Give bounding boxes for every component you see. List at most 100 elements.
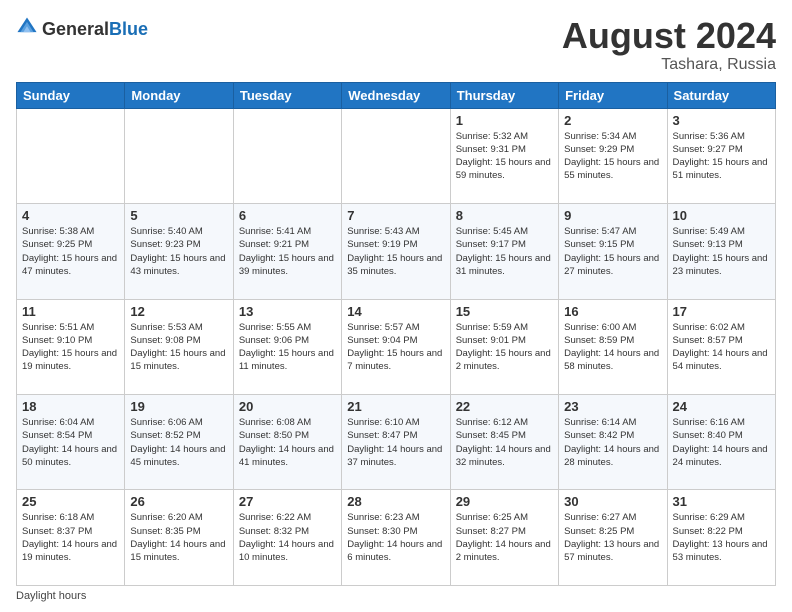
day-info: Sunrise: 6:29 AM Sunset: 8:22 PM Dayligh… [673, 511, 770, 564]
calendar-table: Sunday Monday Tuesday Wednesday Thursday… [16, 82, 776, 586]
day-info: Sunrise: 5:32 AM Sunset: 9:31 PM Dayligh… [456, 130, 553, 183]
calendar-cell-4-2: 19Sunrise: 6:06 AM Sunset: 8:52 PM Dayli… [125, 395, 233, 490]
day-info: Sunrise: 6:02 AM Sunset: 8:57 PM Dayligh… [673, 321, 770, 374]
day-number: 17 [673, 304, 770, 319]
day-info: Sunrise: 5:55 AM Sunset: 9:06 PM Dayligh… [239, 321, 336, 374]
day-number: 5 [130, 208, 227, 223]
day-number: 21 [347, 399, 444, 414]
calendar-cell-1-5: 1 Sunrise: 5:32 AM Sunset: 9:31 PM Daylig… [450, 108, 558, 203]
day-info: Sunrise: 5:40 AM Sunset: 9:23 PM Dayligh… [130, 225, 227, 278]
day-number: 1 [456, 113, 553, 128]
calendar-cell-2-4: 7 Sunrise: 5:43 AM Sunset: 9:19 PM Daylig… [342, 204, 450, 299]
col-monday: Monday [125, 82, 233, 108]
day-number: 26 [130, 494, 227, 509]
calendar-cell-3-3: 13 Sunrise: 5:55 AM Sunset: 9:06 PM Dayli… [233, 299, 341, 394]
calendar-location: Tashara, Russia [562, 56, 776, 74]
day-number: 8 [456, 208, 553, 223]
calendar-cell-1-7: 3Sunrise: 5:36 AM Sunset: 9:27 PM Daylig… [667, 108, 775, 203]
calendar-week-2: 4Sunrise: 5:38 AM Sunset: 9:25 PM Daylig… [17, 204, 776, 299]
day-number: 23 [564, 399, 661, 414]
day-info: Sunrise: 6:25 AM Sunset: 8:27 PM Dayligh… [456, 511, 553, 564]
logo-text: GeneralBlue [42, 19, 148, 40]
day-number: 15 [456, 304, 553, 319]
calendar-cell-3-7: 17 Sunrise: 6:02 AM Sunset: 8:57 PM Dayli… [667, 299, 775, 394]
day-number: 14 [347, 304, 444, 319]
calendar-cell-4-6: 23Sunrise: 6:14 AM Sunset: 8:42 PM Dayli… [559, 395, 667, 490]
day-info: Sunrise: 6:12 AM Sunset: 8:45 PM Dayligh… [456, 416, 553, 469]
calendar-cell-3-5: 15 Sunrise: 5:59 AM Sunset: 9:01 PM Dayli… [450, 299, 558, 394]
day-number: 11 [22, 304, 119, 319]
logo: GeneralBlue [16, 16, 148, 43]
calendar-cell-1-6: 2 Sunrise: 5:34 AM Sunset: 9:29 PM Daylig… [559, 108, 667, 203]
col-thursday: Thursday [450, 82, 558, 108]
day-info: Sunrise: 5:59 AM Sunset: 9:01 PM Dayligh… [456, 321, 553, 374]
calendar-cell-3-1: 11 Sunrise: 5:51 AM Sunset: 9:10 PM Dayli… [17, 299, 125, 394]
calendar-cell-4-7: 24 Sunrise: 6:16 AM Sunset: 8:40 PM Dayli… [667, 395, 775, 490]
day-info: Sunrise: 6:00 AM Sunset: 8:59 PM Dayligh… [564, 321, 661, 374]
calendar-cell-5-2: 26 Sunrise: 6:20 AM Sunset: 8:35 PM Dayli… [125, 490, 233, 586]
calendar-cell-5-4: 28Sunrise: 6:23 AM Sunset: 8:30 PM Dayli… [342, 490, 450, 586]
calendar-cell-2-3: 6 Sunrise: 5:41 AM Sunset: 9:21 PM Daylig… [233, 204, 341, 299]
logo-icon [16, 16, 38, 43]
day-info: Sunrise: 6:16 AM Sunset: 8:40 PM Dayligh… [673, 416, 770, 469]
day-info: Sunrise: 5:57 AM Sunset: 9:04 PM Dayligh… [347, 321, 444, 374]
day-number: 31 [673, 494, 770, 509]
header: GeneralBlue August 2024 Tashara, Russia [16, 16, 776, 74]
day-info: Sunrise: 5:34 AM Sunset: 9:29 PM Dayligh… [564, 130, 661, 183]
day-info: Sunrise: 6:22 AM Sunset: 8:32 PM Dayligh… [239, 511, 336, 564]
daylight-label: Daylight hours [16, 590, 86, 602]
calendar-cell-2-2: 5 Sunrise: 5:40 AM Sunset: 9:23 PM Daylig… [125, 204, 233, 299]
calendar-header-row: Sunday Monday Tuesday Wednesday Thursday… [17, 82, 776, 108]
day-info: Sunrise: 6:08 AM Sunset: 8:50 PM Dayligh… [239, 416, 336, 469]
calendar-cell-2-1: 4Sunrise: 5:38 AM Sunset: 9:25 PM Daylig… [17, 204, 125, 299]
day-info: Sunrise: 6:06 AM Sunset: 8:52 PM Dayligh… [130, 416, 227, 469]
day-info: Sunrise: 6:04 AM Sunset: 8:54 PM Dayligh… [22, 416, 119, 469]
day-info: Sunrise: 6:20 AM Sunset: 8:35 PM Dayligh… [130, 511, 227, 564]
calendar-cell-4-5: 22 Sunrise: 6:12 AM Sunset: 8:45 PM Dayli… [450, 395, 558, 490]
calendar-cell-2-5: 8 Sunrise: 5:45 AM Sunset: 9:17 PM Daylig… [450, 204, 558, 299]
col-wednesday: Wednesday [342, 82, 450, 108]
day-info: Sunrise: 5:53 AM Sunset: 9:08 PM Dayligh… [130, 321, 227, 374]
day-number: 20 [239, 399, 336, 414]
day-number: 10 [673, 208, 770, 223]
day-info: Sunrise: 5:45 AM Sunset: 9:17 PM Dayligh… [456, 225, 553, 278]
day-info: Sunrise: 5:43 AM Sunset: 9:19 PM Dayligh… [347, 225, 444, 278]
calendar-cell-2-7: 10 Sunrise: 5:49 AM Sunset: 9:13 PM Dayli… [667, 204, 775, 299]
day-number: 22 [456, 399, 553, 414]
calendar-cell-3-4: 14 Sunrise: 5:57 AM Sunset: 9:04 PM Dayli… [342, 299, 450, 394]
day-info: Sunrise: 6:27 AM Sunset: 8:25 PM Dayligh… [564, 511, 661, 564]
calendar-week-4: 18 Sunrise: 6:04 AM Sunset: 8:54 PM Dayli… [17, 395, 776, 490]
calendar-cell-5-7: 31 Sunrise: 6:29 AM Sunset: 8:22 PM Dayli… [667, 490, 775, 586]
logo-blue: Blue [109, 19, 148, 39]
calendar-cell-2-6: 9Sunrise: 5:47 AM Sunset: 9:15 PM Daylig… [559, 204, 667, 299]
calendar-cell-5-1: 25Sunrise: 6:18 AM Sunset: 8:37 PM Dayli… [17, 490, 125, 586]
col-friday: Friday [559, 82, 667, 108]
calendar-cell-1-1 [17, 108, 125, 203]
day-number: 13 [239, 304, 336, 319]
day-number: 7 [347, 208, 444, 223]
day-number: 2 [564, 113, 661, 128]
day-number: 18 [22, 399, 119, 414]
day-number: 16 [564, 304, 661, 319]
calendar-title: August 2024 [562, 16, 776, 56]
calendar-cell-4-1: 18 Sunrise: 6:04 AM Sunset: 8:54 PM Dayli… [17, 395, 125, 490]
calendar-cell-4-3: 20 Sunrise: 6:08 AM Sunset: 8:50 PM Dayli… [233, 395, 341, 490]
day-info: Sunrise: 5:41 AM Sunset: 9:21 PM Dayligh… [239, 225, 336, 278]
day-info: Sunrise: 5:51 AM Sunset: 9:10 PM Dayligh… [22, 321, 119, 374]
calendar-week-1: 1 Sunrise: 5:32 AM Sunset: 9:31 PM Daylig… [17, 108, 776, 203]
day-info: Sunrise: 5:49 AM Sunset: 9:13 PM Dayligh… [673, 225, 770, 278]
day-number: 28 [347, 494, 444, 509]
footer: Daylight hours [16, 590, 776, 602]
calendar-cell-1-2 [125, 108, 233, 203]
calendar-week-5: 25Sunrise: 6:18 AM Sunset: 8:37 PM Dayli… [17, 490, 776, 586]
day-number: 3 [673, 113, 770, 128]
calendar-cell-5-6: 30Sunrise: 6:27 AM Sunset: 8:25 PM Dayli… [559, 490, 667, 586]
day-info: Sunrise: 5:47 AM Sunset: 9:15 PM Dayligh… [564, 225, 661, 278]
calendar-cell-4-4: 21Sunrise: 6:10 AM Sunset: 8:47 PM Dayli… [342, 395, 450, 490]
day-number: 24 [673, 399, 770, 414]
day-number: 29 [456, 494, 553, 509]
calendar-cell-1-4 [342, 108, 450, 203]
day-number: 12 [130, 304, 227, 319]
day-number: 6 [239, 208, 336, 223]
page: GeneralBlue August 2024 Tashara, Russia … [0, 0, 792, 612]
